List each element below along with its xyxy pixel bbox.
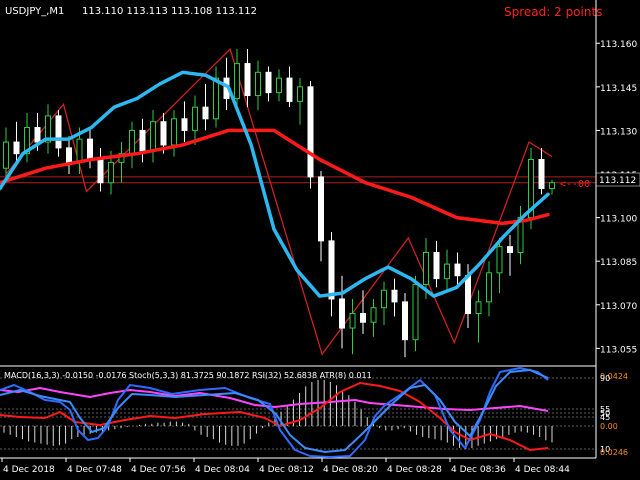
time-tick-label: 4 Dec 07:48	[67, 465, 122, 475]
bull-candle-body	[150, 121, 156, 152]
price-tick-label: 113.070	[600, 302, 637, 312]
bear-candle-body	[160, 121, 167, 146]
bear-candle-body	[139, 129, 146, 152]
bear-candle-body	[66, 147, 72, 163]
bear-candle-body	[339, 298, 345, 329]
bear-candle-body	[507, 246, 513, 253]
bull-candle-body	[549, 182, 555, 190]
bull-candle-body	[129, 129, 135, 155]
bear-candle-body	[244, 63, 251, 97]
bull-candle-body	[381, 289, 387, 309]
bear-candle-body	[391, 289, 398, 303]
price-tick-label: 113.085	[600, 258, 637, 268]
bull-candle-body	[349, 313, 356, 329]
bull-candle-body	[412, 283, 419, 341]
current-price-tag: 113.112	[599, 176, 636, 186]
price-tick-label: 113.145	[600, 84, 637, 94]
price-tick-label: 113.130	[600, 127, 637, 137]
bear-candle-body	[202, 106, 209, 120]
price-tick-label: 113.100	[600, 215, 637, 225]
bear-candle-body	[538, 158, 545, 190]
bull-candle-body	[108, 161, 114, 184]
ohlc-readout: 113.110 113.113 113.108 113.112	[82, 6, 257, 17]
bull-candle-body	[370, 307, 377, 323]
bear-candle-body	[87, 138, 93, 160]
bull-candle-body	[255, 71, 261, 97]
indicator-level-label: 45	[600, 413, 610, 422]
bear-candle-body	[286, 77, 293, 102]
bear-candle-body	[465, 275, 471, 315]
price-tick-label: 113.055	[600, 345, 637, 355]
time-tick-label: 4 Dec 08:20	[323, 465, 378, 475]
time-tick-label: 4 Dec 2018	[3, 465, 55, 475]
bear-candle-body	[265, 71, 272, 94]
metatrader-chart-window[interactable]: USDJPY_,M1 113.110 113.113 113.108 113.1…	[0, 0, 640, 480]
bear-candle-body	[318, 176, 324, 242]
indicator-header: MACD(16,3,3) -0.0150 -0.0176 Stoch(5,3,3…	[4, 371, 372, 380]
bull-candle-body	[3, 141, 9, 169]
time-tick-label: 4 Dec 07:56	[131, 465, 186, 475]
bull-candle-body	[213, 77, 219, 120]
indicator-level-label: 90	[600, 374, 610, 383]
bear-candle-body	[181, 118, 188, 131]
bull-candle-body	[444, 263, 450, 280]
bull-candle-body	[496, 246, 503, 274]
bear-candle-body	[402, 301, 408, 341]
bull-candle-body	[171, 118, 177, 146]
bear-candle-body	[13, 141, 20, 155]
bear-candle-body	[97, 158, 104, 184]
time-tick-label: 4 Dec 08:12	[259, 465, 314, 475]
indicator-level-label: 0.0246	[600, 448, 628, 457]
bull-candle-body	[486, 272, 492, 303]
bull-candle-body	[423, 251, 429, 285]
bear-candle-body	[360, 313, 366, 323]
time-tick-label: 4 Dec 08:04	[195, 465, 250, 475]
bear-candle-body	[34, 127, 41, 143]
time-tick-label: 4 Dec 08:36	[451, 465, 506, 475]
indicator-level-label: 0.00	[600, 422, 618, 431]
bear-candle-body	[454, 263, 461, 277]
time-tick-label: 4 Dec 08:44	[515, 465, 570, 475]
bull-candle-body	[76, 138, 83, 163]
bull-candle-body	[475, 301, 482, 315]
price-tick-label: 113.160	[600, 40, 637, 50]
bear-candle-body	[307, 86, 314, 178]
bull-candle-body	[234, 63, 240, 99]
bull-candle-body	[297, 86, 303, 102]
price-arrow-label: <--00	[560, 179, 590, 190]
symbol-label: USDJPY_,M1	[5, 6, 64, 17]
time-tick-label: 4 Dec 08:28	[387, 465, 442, 475]
bull-candle-body	[192, 106, 198, 131]
spread-label: Spread: 2 points	[504, 5, 602, 19]
bull-candle-body	[276, 77, 282, 94]
bear-candle-body	[328, 240, 335, 300]
bear-candle-body	[55, 115, 62, 149]
bear-candle-body	[433, 251, 440, 280]
